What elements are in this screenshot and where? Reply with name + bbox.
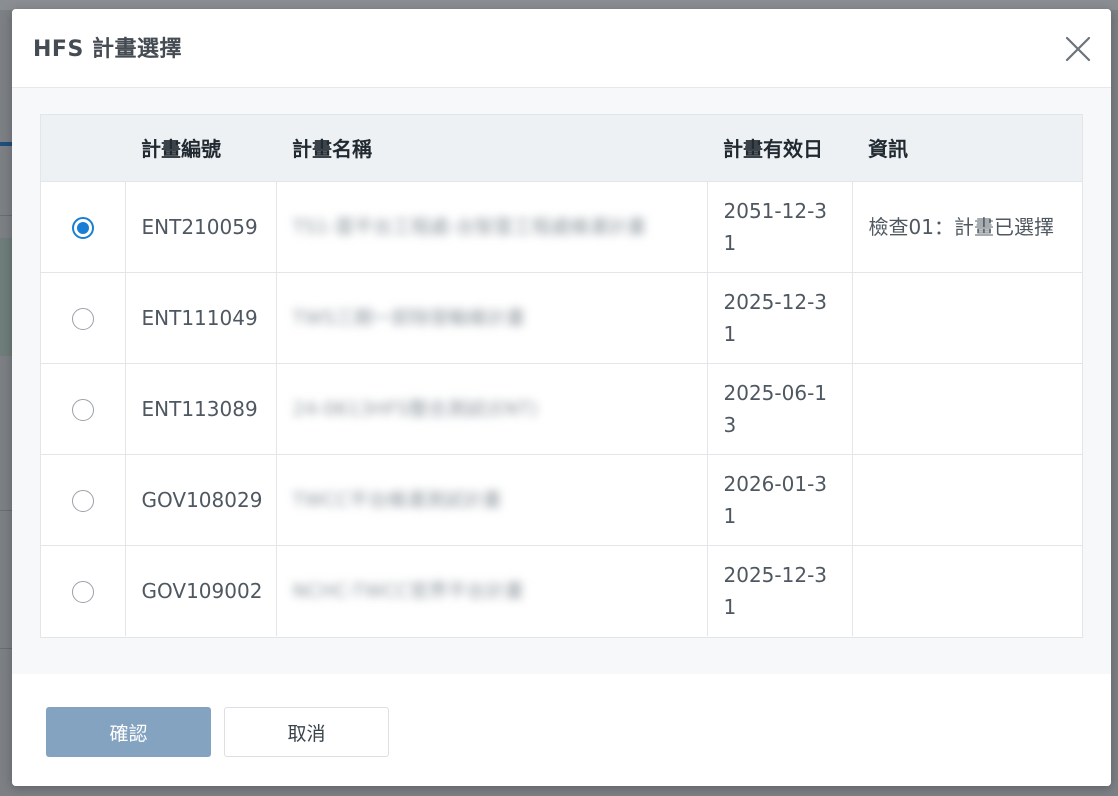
plan-info — [851, 271, 1082, 363]
plan-info — [851, 544, 1082, 636]
plan-name: 24-0613HFS整合測試(ENT) — [275, 362, 707, 454]
plan-selection-modal: HFS 計畫選擇 計畫編號 計畫名稱 計畫有效日 資訊 ENT210059 TS… — [12, 9, 1111, 786]
plan-expiry-text: 2026-01-31 — [723, 471, 828, 528]
table-row[interactable]: GOV109002 NCHC-TWCC官界平台計畫 2025-12-31 — [41, 544, 1082, 636]
plan-expiry: 2025-06-13 — [706, 362, 852, 454]
plan-code: ENT111049 — [124, 271, 276, 363]
plan-name-text: TWCC平台維運測試計畫 — [292, 488, 502, 511]
plan-table-container: 計畫編號 計畫名稱 計畫有效日 資訊 ENT210059 TS1-雲平台工程處-… — [40, 114, 1083, 638]
select-cell — [41, 453, 125, 545]
header-plan-code: 計畫編號 — [125, 115, 276, 181]
close-icon — [1065, 36, 1091, 62]
close-button[interactable] — [1064, 35, 1092, 63]
plan-radio[interactable] — [71, 581, 94, 604]
plan-expiry: 2026-01-31 — [706, 453, 852, 545]
plan-table: 計畫編號 計畫名稱 計畫有效日 資訊 ENT210059 TS1-雲平台工程處-… — [41, 115, 1082, 636]
plan-info — [851, 453, 1082, 545]
select-cell — [41, 271, 125, 363]
header-plan-expiry: 計畫有效日 — [707, 115, 852, 181]
header-plan-name: 計畫名稱 — [276, 115, 707, 181]
plan-name-text: TWS三期一卸除發輸維計畫 — [292, 306, 525, 329]
modal-title: HFS 計畫選擇 — [33, 37, 182, 62]
modal-body: 計畫編號 計畫名稱 計畫有效日 資訊 ENT210059 TS1-雲平台工程處-… — [12, 88, 1111, 674]
plan-expiry-text: 2025-12-31 — [723, 289, 828, 346]
plan-name-text: 24-0613HFS整合測試(ENT) — [292, 397, 538, 420]
plan-name-text: NCHC-TWCC官界平台計畫 — [292, 579, 524, 602]
plan-expiry-text: 2025-06-13 — [723, 380, 828, 437]
header-info: 資訊 — [852, 115, 1082, 181]
plan-expiry: 2051-12-31 — [706, 180, 852, 272]
table-row[interactable]: ENT210059 TS1-雲平台工程處-台智雲工程處維運計畫 2051-12-… — [41, 180, 1082, 272]
plan-name: NCHC-TWCC官界平台計畫 — [275, 544, 707, 636]
plan-radio[interactable] — [71, 490, 94, 512]
cancel-button[interactable]: 取消 — [224, 707, 389, 757]
plan-expiry-text: 2051-12-31 — [723, 198, 828, 255]
plan-code: GOV108029 — [124, 453, 276, 545]
plan-name: TWS三期一卸除發輸維計畫 — [275, 271, 707, 363]
confirm-button[interactable]: 確認 — [46, 707, 211, 757]
select-cell — [41, 544, 125, 636]
plan-radio[interactable] — [71, 217, 94, 239]
select-cell — [41, 362, 125, 454]
table-body: ENT210059 TS1-雲平台工程處-台智雲工程處維運計畫 2051-12-… — [41, 180, 1082, 636]
plan-radio[interactable] — [71, 308, 94, 330]
table-row[interactable]: ENT111049 TWS三期一卸除發輸維計畫 2025-12-31 — [41, 271, 1082, 363]
modal-header: HFS 計畫選擇 — [12, 9, 1111, 88]
table-row[interactable]: GOV108029 TWCC平台維運測試計畫 2026-01-31 — [41, 453, 1082, 545]
header-select — [41, 115, 125, 181]
plan-name: TWCC平台維運測試計畫 — [275, 453, 707, 545]
table-header: 計畫編號 計畫名稱 計畫有效日 資訊 — [41, 115, 1082, 181]
plan-code: GOV109002 — [124, 544, 276, 636]
select-cell — [41, 180, 125, 272]
plan-info: 檢查01：計畫已選擇 — [851, 180, 1082, 272]
plan-name-text: TS1-雲平台工程處-台智雲工程處維運計畫 — [292, 215, 646, 238]
plan-code: ENT210059 — [124, 180, 276, 272]
plan-expiry: 2025-12-31 — [706, 544, 852, 636]
table-row[interactable]: ENT113089 24-0613HFS整合測試(ENT) 2025-06-13 — [41, 362, 1082, 454]
plan-info — [851, 362, 1082, 454]
plan-name: TS1-雲平台工程處-台智雲工程處維運計畫 — [275, 180, 707, 272]
modal-footer: 確認 取消 — [12, 674, 1111, 786]
plan-code: ENT113089 — [124, 362, 276, 454]
plan-expiry-text: 2025-12-31 — [723, 562, 828, 619]
plan-expiry: 2025-12-31 — [706, 271, 852, 363]
plan-radio[interactable] — [71, 399, 94, 421]
